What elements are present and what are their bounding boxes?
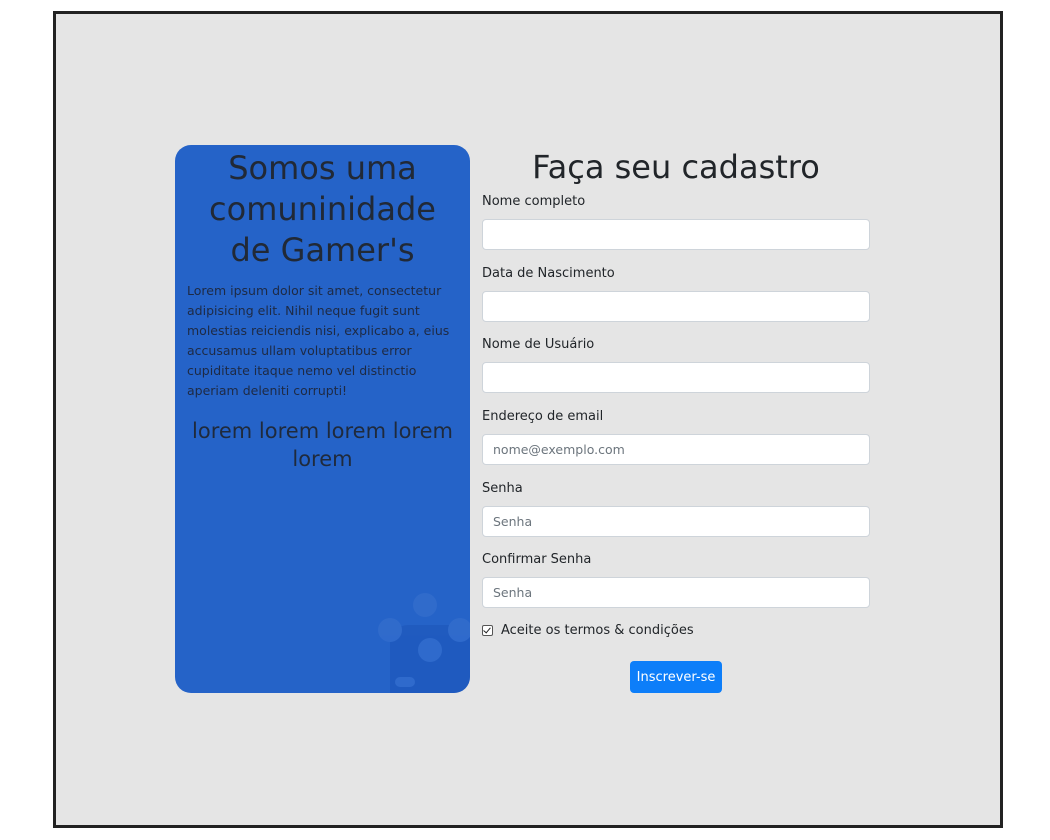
community-panel: Somos uma comuninidade de Gamer's Lorem … [175, 145, 470, 693]
full-name-label: Nome completo [482, 194, 586, 209]
confirm-password-field: Confirmar Senha [482, 552, 870, 608]
password-label: Senha [482, 481, 523, 496]
birth-date-field: Data de Nascimento [482, 266, 870, 322]
confirm-password-input[interactable] [482, 577, 870, 608]
password-input[interactable] [482, 506, 870, 537]
game-controller-icon [378, 593, 470, 693]
panel-subtitle: lorem lorem lorem lorem lorem [192, 419, 453, 471]
birth-date-label: Data de Nascimento [482, 266, 615, 281]
username-label: Nome de Usuário [482, 337, 595, 352]
form-title: Faça seu cadastro [532, 148, 820, 186]
panel-title: Somos uma comuninidade de Gamer's [209, 149, 436, 269]
full-name-input[interactable] [482, 219, 870, 250]
email-label: Endereço de email [482, 409, 604, 424]
terms-row: Aceite os termos & condições [482, 623, 694, 638]
confirm-password-label: Confirmar Senha [482, 552, 592, 567]
username-field: Nome de Usuário [482, 337, 870, 393]
signup-button[interactable]: Inscrever-se [630, 661, 722, 693]
terms-label: Aceite os termos & condições [501, 623, 694, 638]
full-name-field: Nome completo [482, 194, 870, 250]
panel-description: Lorem ipsum dolor sit amet, consectetur … [187, 283, 450, 398]
password-field: Senha [482, 481, 870, 537]
terms-checkbox[interactable] [482, 625, 493, 636]
username-input[interactable] [482, 362, 870, 393]
birth-date-input[interactable] [482, 291, 870, 322]
email-field: Endereço de email [482, 409, 870, 465]
email-input[interactable] [482, 434, 870, 465]
